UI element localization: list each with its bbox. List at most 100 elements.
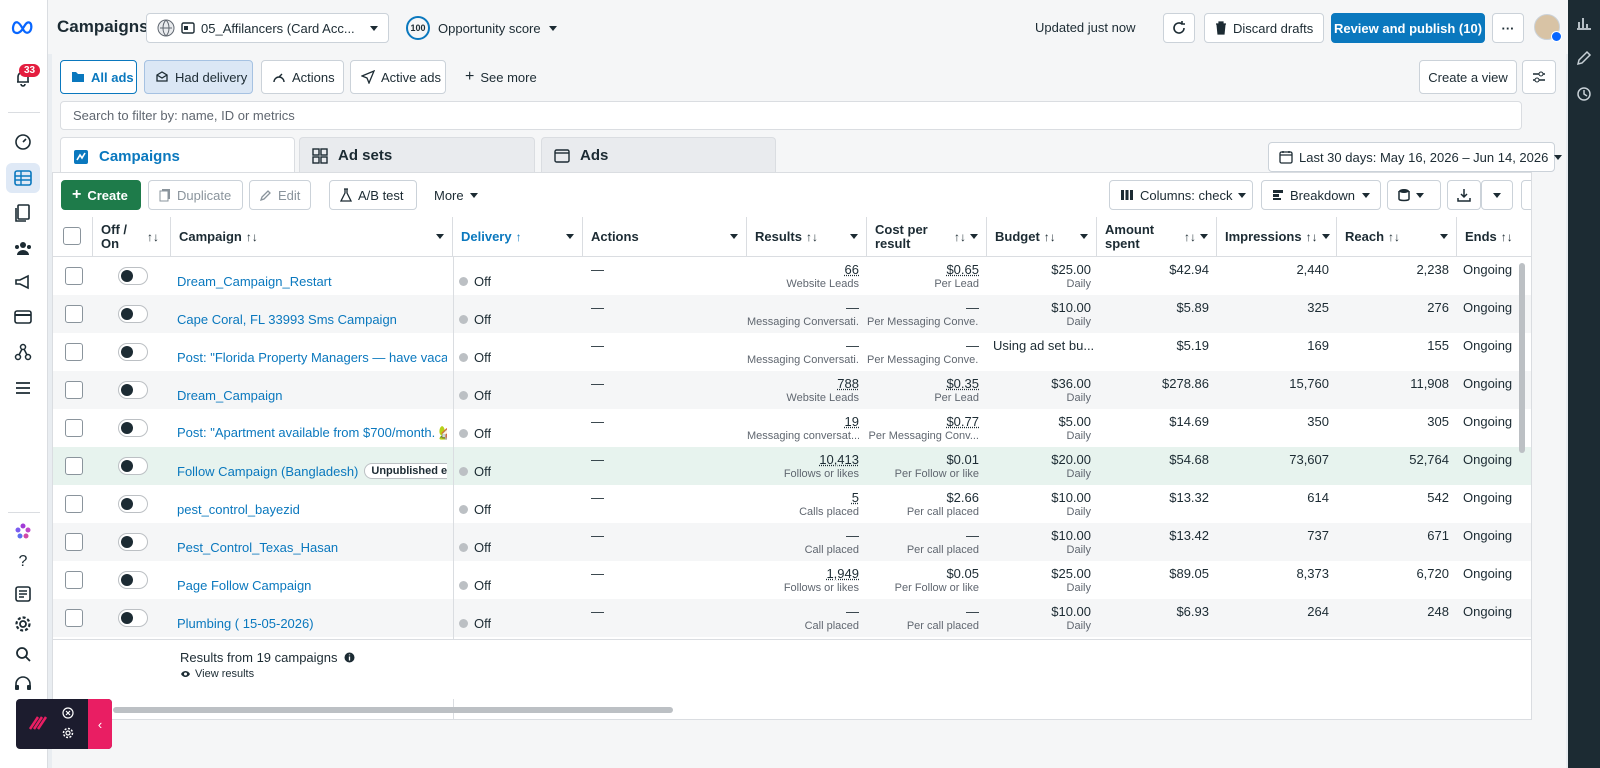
column-header-offon[interactable]: Off / On ↑↓ [93, 217, 171, 257]
row-checkbox[interactable] [65, 305, 83, 323]
row-checkbox[interactable] [65, 267, 83, 285]
opportunity-score-ring[interactable]: 100 [406, 16, 430, 40]
close-circle-icon[interactable] [62, 707, 74, 719]
info-icon[interactable] [344, 652, 355, 663]
campaign-name[interactable]: Follow Campaign (Bangladesh) [177, 464, 358, 479]
duplicate-button[interactable]: Duplicate [148, 180, 243, 210]
table-row[interactable]: Follow Campaign (Bangladesh) Unpublished… [53, 447, 1531, 485]
export-button[interactable] [1447, 180, 1481, 210]
campaign-name[interactable]: Dream_Campaign_Restart [177, 274, 332, 289]
table-row[interactable]: Post: "Apartment available from $700/mon… [53, 409, 1531, 447]
filter-all-ads[interactable]: All ads [60, 60, 137, 94]
search-input[interactable]: Search to filter by: name, ID or metrics [60, 101, 1522, 130]
table-row[interactable]: pest_control_bayezid Off — 5 Calls place… [53, 485, 1531, 523]
column-header-cpr[interactable]: Cost per result ↑↓ [867, 217, 987, 257]
edit-pencil-icon[interactable] [1576, 50, 1592, 66]
widget-settings-icon[interactable] [62, 727, 74, 739]
row-on-off-toggle[interactable] [118, 457, 148, 475]
table-row[interactable]: Cape Coral, FL 33993 Sms Campaign Off — … [53, 295, 1531, 333]
row-on-off-toggle[interactable] [118, 381, 148, 399]
breakdown-selector[interactable]: Breakdown [1261, 180, 1381, 210]
campaign-name-link[interactable]: Plumbing ( 15-05-2026) [177, 604, 447, 639]
table-row[interactable]: Dream_Campaign_Restart Off — 66 Website … [53, 257, 1531, 295]
dashboard-gauge-icon[interactable] [11, 130, 35, 154]
date-range-picker[interactable]: Last 30 days: May 16, 2026 – Jun 14, 202… [1268, 142, 1563, 172]
campaign-name[interactable]: Cape Coral, FL 33993 Sms Campaign [177, 312, 397, 327]
settings-gear-icon[interactable] [11, 612, 35, 636]
tab-campaigns[interactable]: Campaigns [60, 137, 295, 175]
all-tools-menu-icon[interactable] [11, 376, 35, 400]
column-header-delivery[interactable]: Delivery ↑ [453, 217, 583, 257]
column-header-reach[interactable]: Reach ↑↓ [1337, 217, 1457, 257]
column-header-impressions[interactable]: Impressions ↑↓ [1217, 217, 1337, 257]
search-icon[interactable] [11, 642, 35, 666]
row-checkbox[interactable] [65, 419, 83, 437]
review-publish-button[interactable]: Review and publish (10) [1331, 13, 1485, 43]
table-row[interactable]: Pest_Control_Texas_Hasan Off — — Call pl… [53, 523, 1531, 561]
row-checkbox[interactable] [65, 571, 83, 589]
edit-button[interactable]: Edit [249, 180, 311, 210]
discard-drafts-button[interactable]: Discard drafts [1204, 13, 1324, 43]
row-on-off-toggle[interactable] [118, 343, 148, 361]
events-manager-icon[interactable] [11, 340, 35, 364]
campaign-name[interactable]: Post: "Apartment available from $700/mon… [177, 425, 447, 441]
reports-icon[interactable] [11, 582, 35, 606]
row-checkbox[interactable] [65, 457, 83, 475]
ad-account-selector[interactable]: 05_Affilancers (Card Acc... [146, 13, 389, 43]
row-checkbox[interactable] [65, 381, 83, 399]
column-header-actions[interactable]: Actions [583, 217, 747, 257]
row-checkbox[interactable] [65, 609, 83, 627]
campaign-name[interactable]: Post: "Florida Property Managers — have … [177, 350, 447, 365]
audiences-icon[interactable] [11, 236, 35, 260]
see-more-button[interactable]: + See more [454, 62, 540, 92]
column-header-campaign[interactable]: Campaign ↑↓ [171, 217, 453, 257]
expand-button[interactable] [1521, 180, 1531, 210]
opportunity-score-dropdown[interactable]: Opportunity score [438, 21, 557, 36]
refresh-button[interactable] [1163, 13, 1195, 43]
row-on-off-toggle[interactable] [118, 571, 148, 589]
select-all-checkbox[interactable] [63, 227, 81, 245]
create-view-button[interactable]: Create a view [1419, 60, 1517, 94]
column-header-budget[interactable]: Budget ↑↓ [987, 217, 1097, 257]
filter-active-ads[interactable]: Active ads [350, 60, 446, 94]
column-header-ends[interactable]: Ends ↑↓ [1457, 217, 1531, 257]
row-on-off-toggle[interactable] [118, 305, 148, 323]
vertical-scrollbar[interactable] [1519, 263, 1525, 453]
row-on-off-toggle[interactable] [118, 609, 148, 627]
billing-card-icon[interactable] [11, 305, 35, 329]
row-checkbox[interactable] [65, 495, 83, 513]
chart-bars-icon[interactable] [1576, 14, 1592, 30]
table-row[interactable]: Plumbing ( 15-05-2026) Off — — Call plac… [53, 599, 1531, 639]
history-clock-icon[interactable] [1576, 86, 1592, 102]
support-headset-icon[interactable] [11, 672, 35, 696]
tab-adsets[interactable]: Ad sets [299, 137, 535, 173]
reports-dropdown-button[interactable] [1387, 180, 1441, 210]
row-on-off-toggle[interactable] [118, 533, 148, 551]
filter-had-delivery[interactable]: Had delivery [144, 60, 253, 94]
filter-settings-button[interactable] [1522, 60, 1556, 94]
row-on-off-toggle[interactable] [118, 495, 148, 513]
megaphone-icon[interactable] [11, 270, 35, 294]
export-options-button[interactable] [1481, 180, 1513, 210]
help-question-icon[interactable]: ? [11, 550, 35, 574]
table-row[interactable]: Post: "Florida Property Managers — have … [53, 333, 1531, 371]
view-results-link[interactable]: View results [180, 668, 254, 680]
horizontal-scrollbar[interactable] [113, 707, 673, 713]
row-on-off-toggle[interactable] [118, 267, 148, 285]
ads-manager-table-icon[interactable] [6, 163, 40, 193]
row-checkbox[interactable] [65, 533, 83, 551]
campaign-name[interactable]: Plumbing ( 15-05-2026) [177, 616, 314, 631]
column-header-results[interactable]: Results ↑↓ [747, 217, 867, 257]
campaign-name[interactable]: Page Follow Campaign [177, 578, 311, 593]
tab-ads[interactable]: Ads [541, 137, 776, 173]
table-row[interactable]: Dream_Campaign Off — 788 Website Leads $… [53, 371, 1531, 409]
widget-collapse-tab[interactable]: ‹ [88, 699, 112, 749]
ab-test-button[interactable]: A/B test [329, 180, 417, 210]
table-row[interactable]: Page Follow Campaign Off — 1,949 Follows… [53, 561, 1531, 599]
campaign-name[interactable]: pest_control_bayezid [177, 502, 300, 517]
row-on-off-toggle[interactable] [118, 419, 148, 437]
meta-logo-icon[interactable] [11, 15, 35, 39]
campaign-name[interactable]: Dream_Campaign [177, 388, 283, 403]
filter-actions[interactable]: Actions [261, 60, 344, 94]
meta-ai-flower-icon[interactable] [11, 519, 35, 543]
